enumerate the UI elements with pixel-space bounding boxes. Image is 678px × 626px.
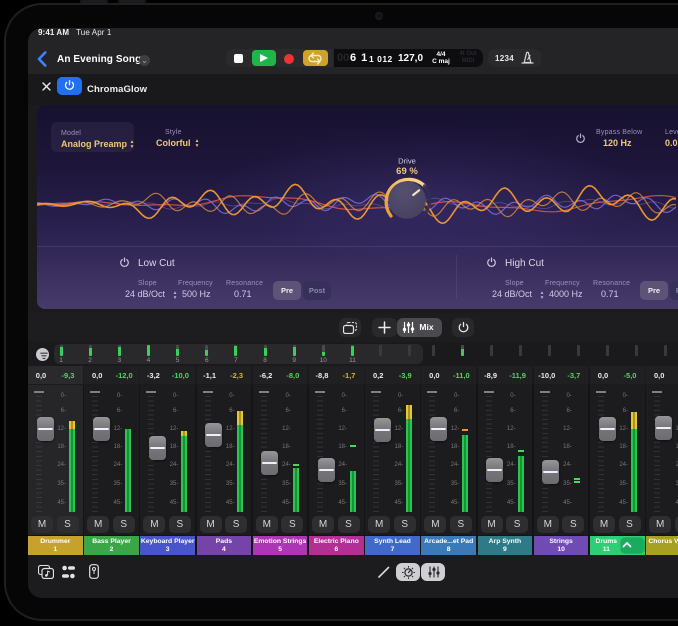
svg-text:69 %: 69 % [396,166,418,177]
svg-text:Drive: Drive [398,157,416,166]
